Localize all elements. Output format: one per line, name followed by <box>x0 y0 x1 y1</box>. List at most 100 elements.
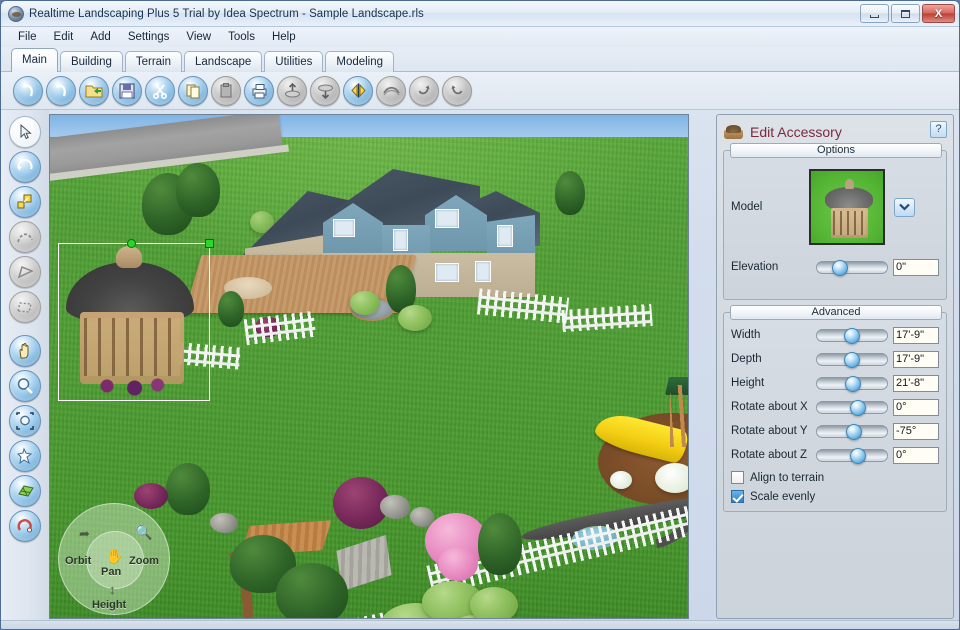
minimize-button[interactable] <box>860 4 889 23</box>
tab-terrain[interactable]: Terrain <box>124 51 183 72</box>
undo-button[interactable] <box>13 75 43 106</box>
navigation-widget[interactable]: ➦ 🔍 ✋ ↕ Orbit Zoom Pan Height <box>58 503 170 615</box>
rotate-z-slider-thumb[interactable] <box>849 447 866 464</box>
nav-label-orbit[interactable]: Orbit <box>65 555 91 567</box>
draw-region-button <box>9 291 41 323</box>
model-dropdown-button[interactable] <box>894 197 915 217</box>
model-row: Model <box>731 163 939 251</box>
hand-icon[interactable]: ✋ <box>106 548 123 565</box>
pink-flowering-tree <box>438 547 478 581</box>
depth-slider-thumb[interactable] <box>843 351 860 368</box>
3d-viewport[interactable]: ➦ 🔍 ✋ ↕ Orbit Zoom Pan Height <box>49 114 689 619</box>
scale-evenly-row[interactable]: Scale evenly <box>731 488 939 505</box>
house-window <box>435 209 459 228</box>
depth-slider[interactable] <box>816 351 888 368</box>
house-window <box>333 219 355 237</box>
up-down-arrow-icon[interactable]: ↕ <box>109 582 116 597</box>
move-object-button[interactable] <box>9 186 41 218</box>
zoom-to-fit-button[interactable] <box>9 405 41 437</box>
compass-rotate-button[interactable] <box>9 510 41 542</box>
rotate-handle[interactable] <box>127 239 136 248</box>
orbit-button[interactable] <box>9 151 41 183</box>
maximize-button[interactable] <box>891 4 920 23</box>
rotate-z-slider[interactable] <box>816 447 888 464</box>
height-slider[interactable] <box>816 375 888 392</box>
model-label: Model <box>731 201 763 213</box>
thumbnail-body <box>831 208 868 238</box>
bring-to-front-icon <box>284 82 300 97</box>
rotate-y-slider-thumb[interactable] <box>845 423 862 440</box>
menu-item-help[interactable]: Help <box>264 29 305 46</box>
menu-item-file[interactable]: File <box>10 29 46 46</box>
tab-utilities[interactable]: Utilities <box>264 51 324 72</box>
selection-bounding-box[interactable] <box>58 239 214 401</box>
tab-building[interactable]: Building <box>59 51 123 72</box>
nav-label-zoom[interactable]: Zoom <box>129 555 159 567</box>
menu-item-view[interactable]: View <box>178 29 220 46</box>
menu-item-add[interactable]: Add <box>82 29 119 46</box>
grid-button[interactable] <box>9 475 41 507</box>
rotate-x-value[interactable]: 0° <box>893 398 939 416</box>
redo-button[interactable] <box>46 75 76 106</box>
boulder <box>380 495 410 519</box>
copy-pages-icon <box>186 84 200 98</box>
rotate-y-value[interactable]: -75° <box>893 422 939 440</box>
send-to-back-button <box>310 75 340 106</box>
panel-header: Edit Accessory ? <box>723 121 947 143</box>
elevation-slider-thumb[interactable] <box>832 259 849 276</box>
elevation-value[interactable]: 0" <box>893 258 939 276</box>
menu-item-settings[interactable]: Settings <box>120 29 179 46</box>
height-value[interactable]: 21'-8" <box>893 374 939 392</box>
minimize-icon <box>870 14 879 18</box>
save-button[interactable] <box>112 75 142 106</box>
elevation-slider[interactable] <box>816 259 888 276</box>
rotate-x-slider[interactable] <box>816 399 888 416</box>
orbit-arrows-icon[interactable]: ➦ <box>79 526 90 542</box>
nav-label-pan[interactable]: Pan <box>101 566 121 578</box>
main-toolbar <box>1 72 959 110</box>
menu-item-tools[interactable]: Tools <box>220 29 264 46</box>
help-button[interactable]: ? <box>930 121 947 138</box>
app-globe-icon <box>8 5 24 22</box>
rotate-y-slider[interactable] <box>816 423 888 440</box>
width-value[interactable]: 17'-9" <box>893 326 939 344</box>
house-window <box>475 261 491 282</box>
print-button[interactable] <box>244 75 274 106</box>
hand-pan-button[interactable] <box>9 335 41 367</box>
cut-button[interactable] <box>145 75 175 106</box>
rotate-x-slider-thumb[interactable] <box>849 399 866 416</box>
width-slider-thumb[interactable] <box>843 327 860 344</box>
walkthrough-button[interactable] <box>9 440 41 472</box>
orbit-icon <box>17 159 33 171</box>
scale-evenly-checkbox[interactable] <box>731 490 744 503</box>
gazebo-thumbnail[interactable] <box>809 169 885 245</box>
height-row: Height 21'-8" <box>731 373 939 393</box>
tab-main[interactable]: Main <box>11 48 58 72</box>
magnifier-icon[interactable]: 🔍 <box>135 524 152 541</box>
rotate-right-icon <box>451 85 463 94</box>
nav-label-height[interactable]: Height <box>92 599 126 611</box>
open-button[interactable] <box>79 75 109 106</box>
rotate-z-value[interactable]: 0° <box>893 446 939 464</box>
align-to-terrain-checkbox[interactable] <box>731 471 744 484</box>
tab-landscape[interactable]: Landscape <box>184 51 263 72</box>
width-slider[interactable] <box>816 327 888 344</box>
boulder <box>410 507 434 527</box>
background-tree <box>555 171 585 215</box>
tree <box>276 563 348 618</box>
copy-button[interactable] <box>178 75 208 106</box>
height-slider-thumb[interactable] <box>845 375 861 392</box>
paste-button <box>211 75 241 106</box>
select-arrow-button[interactable] <box>9 116 41 148</box>
resize-handle[interactable] <box>205 239 214 248</box>
close-button[interactable]: X <box>922 4 955 23</box>
redo-icon <box>55 83 66 97</box>
tab-modeling[interactable]: Modeling <box>325 51 395 72</box>
align-to-terrain-row[interactable]: Align to terrain <box>731 469 939 486</box>
mirror-button[interactable] <box>343 75 373 106</box>
magnifier-zoom-button[interactable] <box>9 370 41 402</box>
depth-value[interactable]: 17'-9" <box>893 350 939 368</box>
window-title: Realtime Landscaping Plus 5 Trial by Ide… <box>29 7 424 20</box>
advanced-section: Advanced Width 17'-9" Depth 17'-9" Heigh… <box>723 305 947 512</box>
menu-item-edit[interactable]: Edit <box>46 29 83 46</box>
